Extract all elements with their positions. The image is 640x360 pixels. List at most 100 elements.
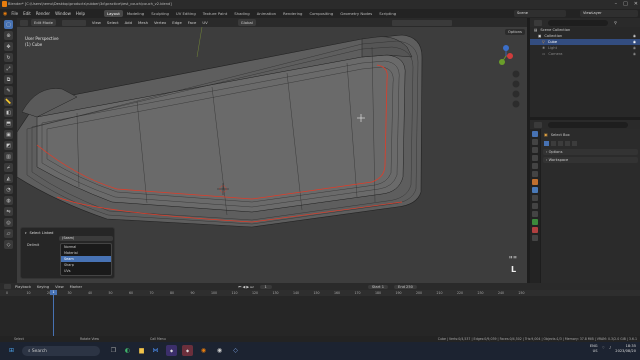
taskbar-search[interactable]: ⌕ Search (22, 346, 100, 356)
tab-shading[interactable]: Shading (231, 10, 252, 17)
menu-add[interactable]: Add (125, 20, 132, 25)
properties-search-input[interactable] (548, 121, 628, 128)
app-icon-1[interactable]: ◆ (166, 345, 177, 356)
start-frame-field[interactable]: Start 1 (367, 284, 389, 289)
outliner-item-camera[interactable]: ▭ Camera ◉ (530, 51, 640, 57)
navigation-gizmo[interactable] (492, 42, 526, 122)
object-tab-icon[interactable] (532, 179, 538, 185)
loop-cut-tool-icon[interactable]: ▥ (4, 152, 13, 161)
tool-tab-icon[interactable] (532, 131, 538, 137)
scale-tool-icon[interactable]: ⤢ (4, 64, 13, 73)
data-tab-icon[interactable] (532, 219, 538, 225)
physics-tab-icon[interactable] (532, 203, 538, 209)
shear-tool-icon[interactable]: ▱ (4, 229, 13, 238)
output-tab-icon[interactable] (532, 147, 538, 153)
tab-geometry-nodes[interactable]: Geometry Nodes (337, 10, 375, 17)
windows-start-icon[interactable]: ⊞ (6, 345, 17, 356)
shading-buttons[interactable] (391, 19, 452, 26)
select-box-tool-icon[interactable]: ▢ (4, 20, 13, 29)
rip-tool-icon[interactable]: ◇ (4, 240, 13, 249)
menu-mesh[interactable]: Mesh (138, 20, 148, 25)
transform-tool-icon[interactable]: ⧉ (4, 75, 13, 84)
menu-window[interactable]: Window (55, 11, 71, 16)
menu-marker[interactable]: Marker (70, 285, 82, 289)
language-indicator[interactable]: ENG US (590, 344, 598, 353)
mode-selector[interactable]: Edit Mode (31, 19, 56, 26)
viewlayer-selector[interactable]: ViewLayer (580, 10, 638, 17)
select-mode-buttons[interactable] (61, 19, 86, 26)
modifier-tab-icon[interactable] (532, 187, 538, 193)
filter-icon[interactable]: ⚲ (614, 20, 617, 25)
texture-tab-icon[interactable] (532, 235, 538, 241)
app-icon-4[interactable]: ◇ (230, 345, 241, 356)
smooth-tool-icon[interactable]: ◍ (4, 196, 13, 205)
timeline[interactable]: 0102030405060708090100110120130140150160… (0, 290, 640, 336)
menu-edge[interactable]: Edge (172, 20, 182, 25)
section-options[interactable]: › Options (543, 149, 638, 155)
menu-edit[interactable]: Edit (23, 11, 31, 16)
app-icon-3[interactable]: ◉ (214, 345, 225, 356)
tab-sculpting[interactable]: Sculpting (148, 10, 172, 17)
menu-help[interactable]: Help (76, 11, 85, 16)
select-subtract-icon[interactable] (558, 141, 563, 146)
shrink-fatten-tool-icon[interactable]: ◎ (4, 218, 13, 227)
move-tool-icon[interactable]: ✥ (4, 42, 13, 51)
end-frame-field[interactable]: End 250 (394, 284, 417, 289)
bevel-tool-icon[interactable]: ◩ (4, 141, 13, 150)
menu-view[interactable]: View (92, 20, 101, 25)
editor-type-icon[interactable] (20, 19, 28, 26)
visibility-eye-icon[interactable]: ◉ (633, 52, 636, 56)
visibility-eye-icon[interactable]: ◉ (633, 46, 636, 50)
options-button[interactable]: Options (505, 29, 525, 35)
tab-animation[interactable]: Animation (254, 10, 279, 17)
visibility-eye-icon[interactable]: ◉ (633, 34, 636, 38)
minimize-icon[interactable]: – (615, 1, 618, 7)
properties-editor-icon[interactable] (534, 121, 542, 128)
tab-rendering[interactable]: Rendering (280, 10, 305, 17)
maximize-icon[interactable]: □ (623, 1, 628, 7)
spin-tool-icon[interactable]: ◔ (4, 185, 13, 194)
material-tab-icon[interactable] (532, 227, 538, 233)
current-frame-field[interactable]: 1 (259, 284, 272, 289)
constraints-tab-icon[interactable] (532, 211, 538, 217)
menu-keying[interactable]: Keying (37, 285, 49, 289)
file-explorer-icon[interactable]: ▆ (136, 345, 147, 356)
menu-file[interactable]: File (11, 11, 18, 16)
tab-modeling[interactable]: Modeling (124, 10, 147, 17)
render-tab-icon[interactable] (532, 139, 538, 145)
rotate-tool-icon[interactable]: ↻ (4, 53, 13, 62)
playhead[interactable] (53, 290, 54, 336)
tab-compositing[interactable]: Compositing (306, 10, 336, 17)
cursor-tool-icon[interactable]: ⊕ (4, 31, 13, 40)
select-extend-icon[interactable] (551, 141, 556, 146)
app-icon-2[interactable]: ◆ (182, 345, 193, 356)
visibility-eye-icon[interactable]: ◉ (633, 40, 636, 44)
menu-playback[interactable]: Playback (15, 285, 31, 289)
menu-select[interactable]: Select (107, 20, 119, 25)
knife-tool-icon[interactable]: ⌿ (4, 163, 13, 172)
menu-render[interactable]: Render (36, 11, 50, 16)
inset-tool-icon[interactable]: ▣ (4, 130, 13, 139)
menu-face[interactable]: Face (188, 20, 197, 25)
vscode-icon[interactable]: ⋈ (150, 345, 161, 356)
tab-texture-paint[interactable]: Texture Paint (200, 10, 231, 17)
edge-browser-icon[interactable]: ◐ (122, 345, 133, 356)
wifi-icon[interactable]: ⌔ (602, 346, 605, 351)
volume-icon[interactable]: ♪ (609, 346, 611, 351)
world-tab-icon[interactable] (532, 171, 538, 177)
measure-tool-icon[interactable]: 📏 (4, 97, 13, 106)
delimit-dropdown[interactable]: (Seam) (59, 236, 113, 241)
scene-selector[interactable]: Scene (514, 10, 566, 17)
scene-tab-icon[interactable] (532, 163, 538, 169)
view-layer-tab-icon[interactable] (532, 155, 538, 161)
extrude-tool-icon[interactable]: ⬒ (4, 119, 13, 128)
close-icon[interactable]: ✕ (634, 1, 638, 7)
menu-uv[interactable]: UV (202, 20, 207, 25)
select-intersect-icon[interactable] (572, 141, 577, 146)
playback-controls[interactable]: ⏮ ◀ ▶ ⏭ (238, 285, 253, 289)
blender-taskbar-icon[interactable]: ◉ (198, 345, 209, 356)
outliner-search-input[interactable] (548, 19, 608, 26)
select-new-icon[interactable] (544, 141, 549, 146)
edge-slide-tool-icon[interactable]: ⇋ (4, 207, 13, 216)
orientation-selector[interactable]: Global (237, 19, 256, 26)
